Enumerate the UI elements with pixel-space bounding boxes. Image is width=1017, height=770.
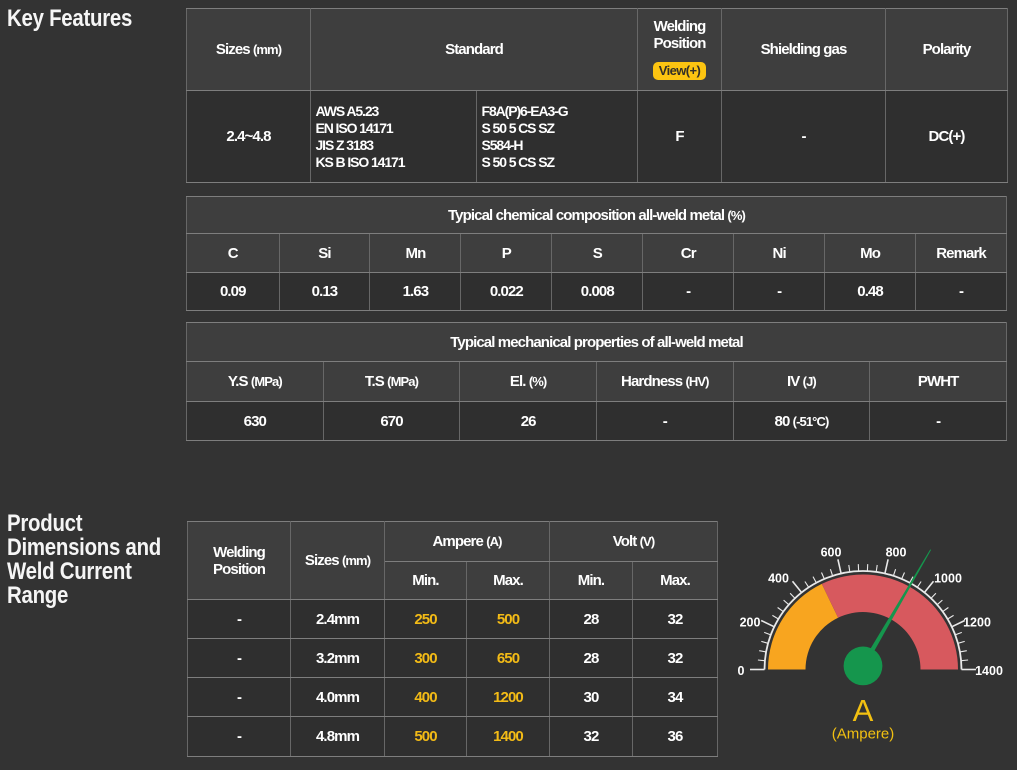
svg-text:0: 0 <box>738 664 745 678</box>
svg-text:1000: 1000 <box>934 571 962 585</box>
svg-text:1200: 1200 <box>963 615 991 629</box>
svg-text:400: 400 <box>768 571 789 585</box>
svg-text:A: A <box>853 693 874 728</box>
svg-text:200: 200 <box>740 615 761 629</box>
svg-text:800: 800 <box>886 545 907 559</box>
svg-text:(Ampere): (Ampere) <box>832 726 895 743</box>
svg-text:1400: 1400 <box>975 664 1003 678</box>
svg-text:600: 600 <box>821 545 842 559</box>
